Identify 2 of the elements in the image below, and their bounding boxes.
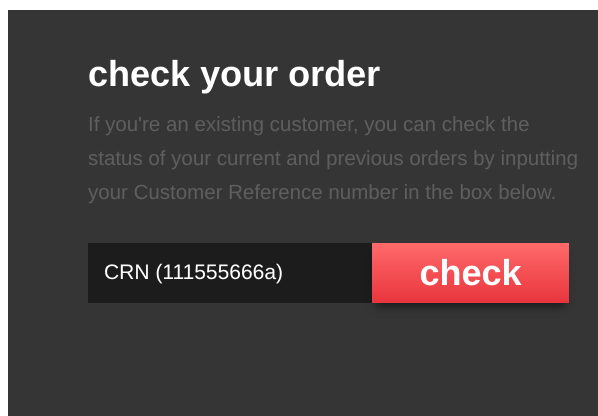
reference-input-field[interactable]: CRN (111555666a) bbox=[88, 243, 372, 303]
panel-title: check your order bbox=[88, 52, 382, 96]
